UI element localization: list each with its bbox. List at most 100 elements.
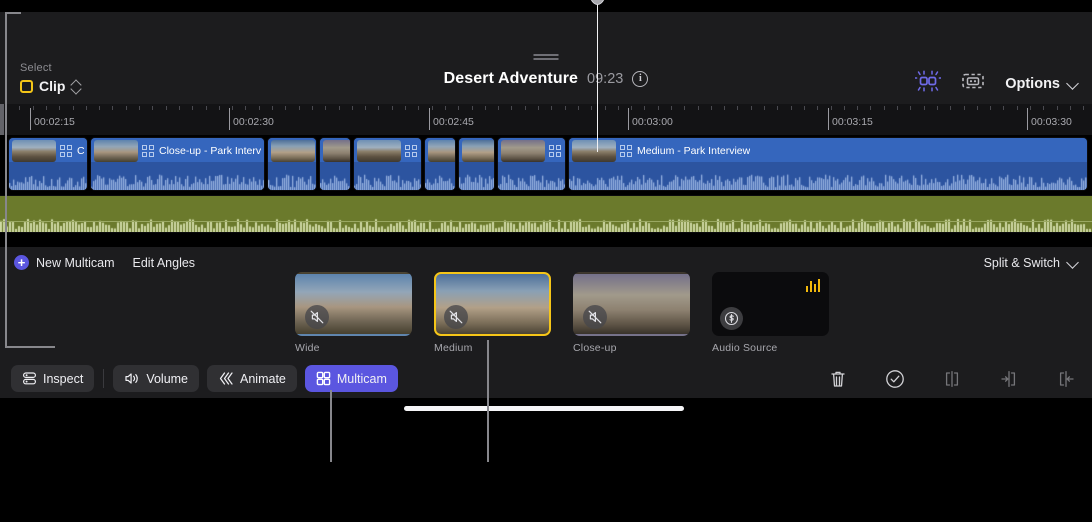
timeline-clip[interactable]: Clo (8, 137, 88, 191)
ruler-tick (259, 106, 260, 110)
timeline-clip[interactable]: W (353, 137, 422, 191)
angle-tile-close-up[interactable]: Close-up (573, 272, 690, 354)
audio-level-icon (805, 279, 820, 292)
playhead-handle[interactable] (588, 0, 607, 5)
ruler-tick (684, 106, 685, 110)
timeline-clip[interactable] (458, 137, 495, 191)
trim-left-icon[interactable] (999, 369, 1019, 389)
ruler-tick (1030, 106, 1031, 110)
drag-handle-icon[interactable] (533, 54, 559, 61)
audio-source-tile[interactable] (712, 272, 829, 336)
timeline-clip[interactable] (267, 137, 317, 191)
ruler-tick (312, 106, 313, 110)
ruler-tick (126, 106, 127, 110)
ruler-major-tick (628, 108, 629, 130)
ruler-tick (644, 106, 645, 110)
inspect-icon (22, 371, 37, 386)
ruler-tick (339, 106, 340, 110)
ruler-tick (658, 106, 659, 110)
angle-tile-wide[interactable]: Wide (295, 272, 412, 354)
callout-guide-left (5, 12, 7, 348)
ruler-tick (179, 106, 180, 110)
clip-waveform (459, 162, 494, 190)
ruler-tick (46, 106, 47, 110)
ruler-tick (1070, 106, 1071, 110)
ruler-tick (538, 106, 539, 110)
inspect-button[interactable]: Inspect (11, 365, 95, 392)
mute-icon[interactable] (305, 305, 329, 329)
ruler-tick (86, 106, 87, 110)
trim-right-icon[interactable] (1056, 369, 1076, 389)
angle-thumbnail[interactable] (573, 272, 690, 336)
timeline-ruler[interactable]: 00:02:15 00:02:30 00:02:45 00:03:00 00:03:15… (0, 104, 1092, 135)
edit-angles-button[interactable]: Edit Angles (133, 256, 196, 270)
angle-thumbnail[interactable] (295, 272, 412, 336)
split-icon[interactable] (942, 369, 962, 389)
angle-tile-audio-source[interactable]: Audio Source (712, 272, 829, 354)
ruler-major-tick (429, 108, 430, 130)
ruler-tick (511, 106, 512, 110)
split-switch-label: Split & Switch (983, 256, 1060, 270)
ruler-tick (152, 106, 153, 110)
check-circle-icon[interactable] (885, 369, 905, 389)
timeline-clip[interactable]: Close-up - Park Interview (90, 137, 265, 191)
clip-audio-waveform (9, 162, 87, 190)
ruler-tick (1003, 106, 1004, 110)
angle-tile-medium[interactable]: Medium (434, 272, 551, 354)
clip-header: Clo (9, 138, 87, 164)
clip-waveform (498, 162, 565, 190)
ruler-edge (0, 104, 4, 135)
timeline-clip[interactable] (319, 137, 351, 191)
ruler-major-tick (828, 108, 829, 130)
clip-waveform (9, 162, 87, 190)
timeline-clip[interactable]: Medium - Park Interview (568, 137, 1088, 191)
ruler-tick (19, 106, 20, 110)
audio-track[interactable] (0, 195, 1092, 233)
ruler-tick (578, 106, 579, 110)
ruler-tick (59, 106, 60, 110)
info-icon[interactable]: i (632, 71, 649, 87)
insert-frame-icon[interactable] (961, 70, 985, 97)
clip-header: Cl (498, 138, 565, 164)
ruler-tick (791, 106, 792, 110)
angle-thumbnail[interactable] (434, 272, 551, 336)
ruler-tick (777, 106, 778, 110)
ruler-tick (897, 106, 898, 110)
mute-icon[interactable] (444, 305, 468, 329)
mute-icon[interactable] (583, 305, 607, 329)
animate-button[interactable]: Animate (207, 365, 297, 392)
top-toolbar: Select Clip Desert Adventure 09:23 i Opt… (0, 12, 1092, 104)
multicam-grid-icon (620, 144, 633, 158)
ruler-tick (285, 106, 286, 110)
bottom-toolbar: Inspect Volume Animate Multicam (0, 362, 1092, 398)
video-track[interactable]: Clo Close-up - Park Interview W Cl Medium - … (0, 135, 1092, 193)
clip-audio-waveform (498, 162, 565, 190)
ruler-tick (378, 106, 379, 110)
clip-audio-waveform (268, 162, 316, 190)
angle-label: Wide (295, 342, 320, 354)
ruler-tick (206, 106, 207, 110)
ruler-tick (525, 106, 526, 110)
ruler-tick (711, 106, 712, 110)
multicam-button[interactable]: Multicam (304, 365, 398, 392)
volume-icon (124, 371, 140, 386)
clip-thumbnail (323, 140, 350, 162)
ruler-tick (618, 106, 619, 110)
options-button[interactable]: Options (1005, 76, 1078, 92)
plus-icon: + (14, 255, 29, 270)
playhead[interactable] (588, 0, 607, 152)
new-multicam-button[interactable]: + New Multicam (14, 255, 115, 270)
tool-buttons: Inspect Volume Animate Multicam (11, 365, 398, 392)
timeline-tracks[interactable]: Clo Close-up - Park Interview W Cl Medium - … (0, 135, 1092, 247)
timeline-clip[interactable] (424, 137, 456, 191)
timeline-clip[interactable]: Cl (497, 137, 566, 191)
split-switch-dropdown[interactable]: Split & Switch (984, 256, 1078, 270)
ruler-tick (365, 106, 366, 110)
trash-icon[interactable] (828, 369, 848, 389)
project-duration: 09:23 (587, 71, 624, 87)
multicam-angles-icon[interactable] (914, 70, 943, 97)
callout-guide-left-top-tick (5, 12, 21, 14)
clip-waveform (268, 162, 316, 190)
toolbar-divider (103, 369, 105, 388)
volume-button[interactable]: Volume (113, 365, 200, 392)
